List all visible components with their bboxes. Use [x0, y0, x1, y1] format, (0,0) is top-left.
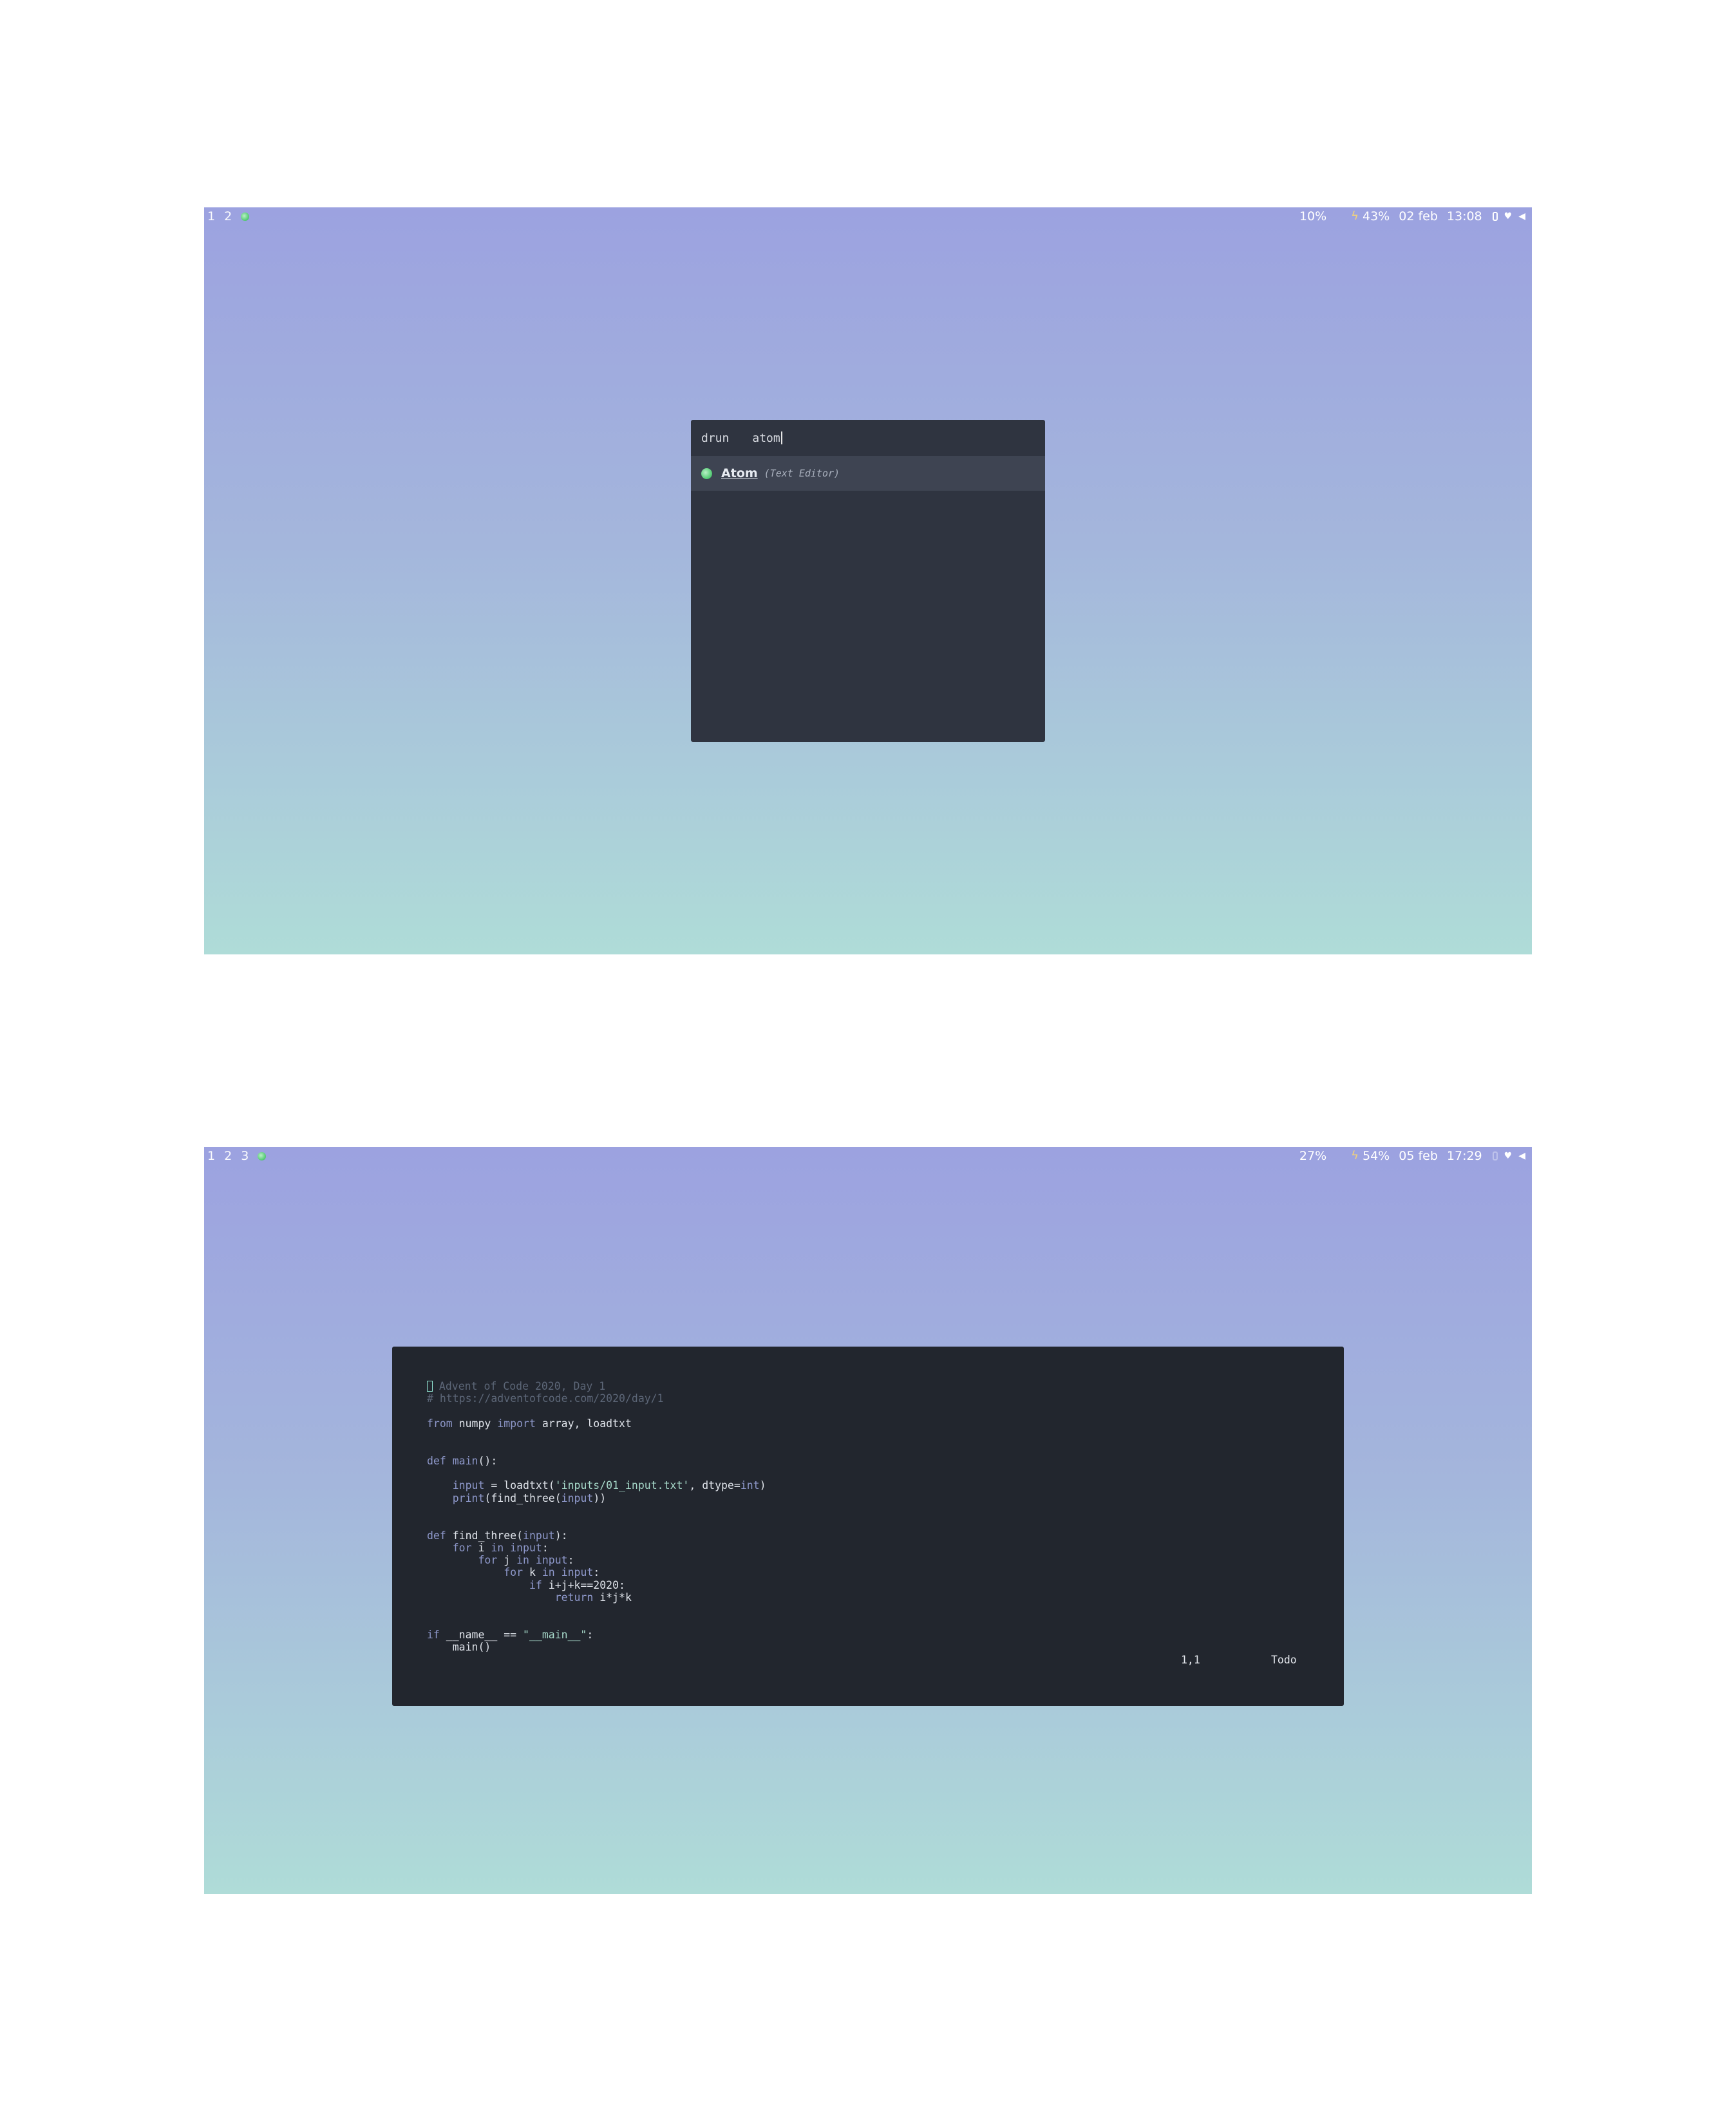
launcher-query[interactable]: atom [752, 431, 780, 445]
code-keyword: for [478, 1554, 498, 1567]
workspace-2[interactable]: 2 [224, 207, 232, 225]
cpu-usage: 27% [1299, 1149, 1327, 1163]
launcher-mode: drun [701, 431, 730, 445]
code-keyword: if [427, 1628, 440, 1641]
app-name[interactable]: Atom [721, 466, 758, 480]
code-builtin: print [452, 1491, 485, 1504]
code-editor[interactable]: Advent of Code 2020, Day 1 # https://adv… [392, 1347, 1344, 1706]
code-text: j [497, 1554, 517, 1567]
desktop-screen-1: 1 2 10% ϟ 43% 02 feb 13:08 ♥ ◀ drun atom… [204, 207, 1532, 954]
code-builtin: input [523, 1529, 555, 1542]
code-builtin: input [504, 1541, 542, 1554]
date: 02 feb [1399, 209, 1438, 223]
workspace-indicator-icon [258, 1151, 267, 1160]
workspace-indicator-icon [241, 212, 250, 221]
code-text: ) [759, 1479, 766, 1492]
block-cursor [427, 1381, 433, 1392]
battery-percent: 54% [1363, 1149, 1390, 1163]
code-builtin: input [529, 1554, 568, 1567]
code-text: : [542, 1541, 549, 1554]
app-description: (Text Editor) [764, 468, 840, 479]
code-comment: # https://adventofcode.com/2020/day/1 [427, 1392, 664, 1405]
code-keyword: in [516, 1554, 529, 1567]
time: 13:08 [1446, 209, 1482, 223]
code-keyword: for [504, 1566, 524, 1579]
code-comment: Advent of Code 2020, Day 1 [433, 1380, 606, 1392]
code-keyword: return [554, 1591, 594, 1604]
code-buffer[interactable]: Advent of Code 2020, Day 1 # https://adv… [427, 1380, 766, 1654]
code-keyword: in [542, 1566, 555, 1579]
code-string: 'inputs/01_input.txt' [554, 1479, 690, 1492]
code-text: : [587, 1628, 594, 1641]
code-keyword: import [497, 1417, 536, 1430]
code-builtin: int [740, 1479, 760, 1492]
volume-icon[interactable]: ◀ [1518, 207, 1525, 225]
scroll-position: Todo [1271, 1654, 1297, 1666]
cpu-usage: 10% [1299, 209, 1327, 223]
code-text: k [523, 1566, 542, 1579]
workspace-3[interactable]: 3 [241, 1147, 249, 1165]
code-string: "__main__" [523, 1628, 587, 1641]
code-text: = loadtxt( [484, 1479, 555, 1492]
code-text: ): [554, 1529, 568, 1542]
code-keyword: from [427, 1417, 453, 1430]
workspace-2[interactable]: 2 [224, 1147, 232, 1165]
launcher-prompt[interactable]: drun atom [691, 420, 1045, 456]
workspace-1[interactable]: 1 [207, 1147, 215, 1165]
code-function-name: main [446, 1454, 478, 1467]
code-text: (find_three( [484, 1491, 561, 1504]
top-bar: 1 2 10% ϟ 43% 02 feb 13:08 ♥ ◀ [204, 207, 1532, 225]
code-builtin: input [554, 1566, 594, 1579]
code-keyword: for [452, 1541, 472, 1554]
code-text: , dtype= [689, 1479, 741, 1492]
battery-icon [1492, 212, 1498, 221]
code-keyword: in [491, 1541, 504, 1554]
code-text: array, loadtxt [535, 1417, 632, 1430]
code-text: i+j+k==2020: [542, 1578, 625, 1591]
launcher-result-item[interactable]: Atom (Text Editor) [691, 456, 1045, 491]
top-bar: 1 2 3 27% ϟ 54% 05 feb 17:29 ♥ ◀ [204, 1147, 1532, 1165]
code-text: : [593, 1566, 600, 1579]
code-text: numpy [452, 1417, 498, 1430]
code-text: : [567, 1554, 574, 1567]
code-text: __name__ == [439, 1628, 524, 1641]
time: 17:29 [1446, 1149, 1482, 1163]
volume-icon[interactable]: ◀ [1518, 1147, 1525, 1165]
desktop-screen-2: 1 2 3 27% ϟ 54% 05 feb 17:29 ♥ ◀ Advent … [204, 1147, 1532, 1894]
code-builtin: input [561, 1491, 594, 1504]
code-function-name: find_three( [446, 1529, 524, 1542]
code-keyword: def [427, 1454, 446, 1467]
app-launcher: drun atom Atom (Text Editor) [691, 420, 1045, 742]
wifi-icon[interactable]: ♥ [1504, 207, 1513, 225]
code-text: (): [478, 1454, 498, 1467]
charging-icon: ϟ [1351, 209, 1359, 223]
code-text: i*j*k [593, 1591, 632, 1604]
atom-app-icon [701, 468, 712, 479]
code-text: i [471, 1541, 491, 1554]
code-builtin: input [452, 1479, 485, 1492]
wifi-icon[interactable]: ♥ [1504, 1147, 1513, 1165]
code-text: )) [593, 1491, 607, 1504]
date: 05 feb [1399, 1149, 1438, 1163]
text-cursor [780, 431, 782, 444]
charging-icon: ϟ [1351, 1149, 1359, 1162]
code-text: main() [452, 1641, 491, 1654]
battery-icon [1492, 1151, 1498, 1160]
code-keyword: if [529, 1578, 542, 1591]
cursor-position: 1,1 [1181, 1654, 1200, 1666]
workspace-1[interactable]: 1 [207, 207, 215, 225]
code-keyword: def [427, 1529, 446, 1542]
battery-percent: 43% [1363, 209, 1390, 223]
